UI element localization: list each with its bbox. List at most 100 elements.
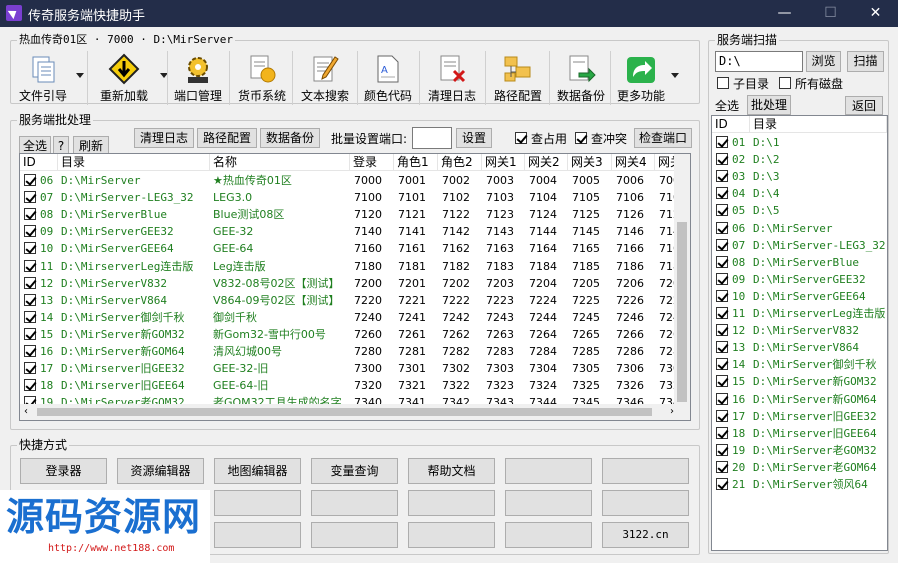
list-item[interactable]: 04 D:\4	[712, 185, 887, 202]
list-item[interactable]: 10 D:\MirServerGEE64	[712, 288, 887, 305]
shortcut-button[interactable]	[311, 522, 398, 548]
scan-row-checkbox[interactable]	[716, 443, 728, 456]
scan-row-checkbox[interactable]	[716, 289, 728, 302]
scan-row-checkbox[interactable]	[716, 153, 728, 166]
maximize-button[interactable]: ☐	[808, 0, 853, 27]
column-header[interactable]: ID	[20, 154, 58, 171]
check-conflict-checkbox[interactable]	[575, 132, 587, 144]
shortcut-button[interactable]	[505, 522, 592, 548]
scan-row-checkbox[interactable]	[716, 478, 728, 490]
list-item[interactable]: 17 D:\Mirserver旧GEE32	[712, 408, 887, 425]
table-row[interactable]: 07 D:\MirServer-LEG3_32 LEG3.0 7100 7101 7102…	[20, 189, 680, 206]
toolbar-currency-coin-button[interactable]: 货币系统	[233, 53, 291, 105]
scan-button[interactable]: 扫描	[847, 51, 884, 72]
column-header[interactable]: 登录	[350, 154, 394, 171]
table-row[interactable]: 09 D:\MirServerGEE32 GEE-32 7140 7141 7142 714…	[20, 223, 680, 240]
scan-row-checkbox[interactable]	[716, 136, 728, 148]
server-table-vscroll[interactable]	[674, 154, 690, 404]
scan-row-checkbox[interactable]	[716, 460, 728, 473]
row-checkbox[interactable]	[24, 191, 36, 204]
scan-row-checkbox[interactable]	[716, 170, 728, 183]
scan-row-checkbox[interactable]	[716, 324, 728, 337]
scan-row-checkbox[interactable]	[716, 341, 728, 354]
list-item[interactable]: 12 D:\MirServerV832	[712, 322, 887, 339]
toolbar-clear-log-button[interactable]: 清理日志	[423, 53, 481, 105]
back-button[interactable]: 返回	[845, 96, 883, 115]
table-row[interactable]: 11 D:\MirserverLeg连击版 Leg连击版 7180 7181 7182 71…	[20, 258, 680, 275]
shortcut-button[interactable]	[214, 522, 301, 548]
row-checkbox[interactable]	[24, 362, 36, 375]
column-header[interactable]: 网关1	[482, 154, 525, 171]
list-item[interactable]: 18 D:\Mirserver旧GEE64	[712, 425, 887, 442]
toolbar-data-backup-button[interactable]: 数据备份	[553, 53, 609, 105]
list-item[interactable]: 11 D:\MirserverLeg连击版	[712, 305, 887, 322]
scan-row-checkbox[interactable]	[716, 409, 728, 422]
list-item[interactable]: 21 D:\MirServer领风64	[712, 476, 887, 493]
table-row[interactable]: 13 D:\MirServerV864 V864-09号02区【测试】 7220 722…	[20, 292, 680, 309]
table-row[interactable]: 18 D:\Mirserver旧GEE64 GEE-64-旧 7320 7321 7322…	[20, 377, 680, 394]
scan-column-header[interactable]: ID	[712, 116, 750, 133]
row-checkbox[interactable]	[24, 327, 36, 340]
list-item[interactable]: 05 D:\5	[712, 202, 887, 219]
scan-table[interactable]: ID 目录 01 D:\1 02 D:\2 03 D:\3 04 D:\4 05 D:\5 06 D:\…	[711, 115, 888, 551]
table-row[interactable]: 16 D:\MirServer新GOM64 清风幻城00号 7280 7281 7282 7…	[20, 343, 680, 360]
table-row[interactable]: 14 D:\MirServer御剑千秋 御剑千秋 7240 7241 7242 7243 72…	[20, 309, 680, 326]
table-row[interactable]: 12 D:\MirServerV832 V832-08号02区【测试】 7200 720…	[20, 275, 680, 292]
scan-row-checkbox[interactable]	[716, 426, 728, 439]
list-item[interactable]: 03 D:\3	[712, 168, 887, 185]
row-checkbox[interactable]	[24, 208, 36, 221]
column-header[interactable]: 角色2	[438, 154, 482, 171]
list-item[interactable]: 16 D:\MirServer新GOM64	[712, 391, 887, 408]
scan-select-all-tab[interactable]: 全选	[715, 99, 739, 113]
shortcut-button[interactable]: 3122.cn	[602, 522, 689, 548]
toolbar-dropdown-arrow[interactable]	[670, 53, 680, 105]
toolbar-path-folders-button[interactable]: 路径配置	[489, 53, 547, 105]
column-header[interactable]: 网关4	[612, 154, 655, 171]
shortcut-button[interactable]: 资源编辑器	[117, 458, 204, 484]
column-header[interactable]: 目录	[58, 154, 210, 171]
server-table-hscroll[interactable]: ‹ ›	[20, 404, 690, 420]
shortcut-button[interactable]	[505, 458, 592, 484]
list-item[interactable]: 20 D:\MirServer老GOM64	[712, 459, 887, 476]
check-occupied-checkbox[interactable]	[515, 132, 527, 144]
column-header[interactable]: 网关3	[568, 154, 612, 171]
scan-row-checkbox[interactable]	[716, 238, 728, 251]
shortcut-button[interactable]	[505, 490, 592, 516]
table-row[interactable]: 06 D:\MirServer ★热血传奇01区 7000 7001 7002 7003 70…	[20, 172, 680, 189]
subdir-checkbox[interactable]	[717, 77, 729, 89]
scan-column-header[interactable]: 目录	[750, 116, 887, 133]
row-checkbox[interactable]	[24, 345, 36, 357]
table-row[interactable]: 17 D:\Mirserver旧GEE32 GEE-32-旧 7300 7301 7302…	[20, 360, 680, 377]
row-checkbox[interactable]	[24, 242, 36, 255]
row-checkbox[interactable]	[24, 174, 36, 186]
scan-row-checkbox[interactable]	[716, 187, 728, 200]
row-checkbox[interactable]	[24, 225, 36, 238]
column-header[interactable]: 名称	[210, 154, 350, 171]
minimize-button[interactable]: —	[762, 0, 807, 27]
server-table-hscroll-thumb[interactable]	[37, 408, 652, 416]
data-backup-button[interactable]: 数据备份	[260, 128, 320, 148]
scan-row-checkbox[interactable]	[716, 358, 728, 371]
shortcut-button[interactable]	[602, 490, 689, 516]
list-item[interactable]: 15 D:\MirServer新GOM32	[712, 373, 887, 390]
shortcut-button[interactable]	[602, 458, 689, 484]
list-item[interactable]: 14 D:\MirServer御剑千秋	[712, 356, 887, 373]
row-checkbox[interactable]	[24, 276, 36, 289]
shortcut-button[interactable]	[408, 490, 495, 516]
row-checkbox[interactable]	[24, 293, 36, 306]
shortcut-button[interactable]	[408, 522, 495, 548]
toolbar-files-button[interactable]: 文件引导	[13, 53, 73, 105]
check-port-button[interactable]: 检查端口	[634, 128, 692, 148]
shortcut-button[interactable]: 帮助文档	[408, 458, 495, 484]
server-table-vscroll-thumb[interactable]	[677, 222, 687, 402]
toolbar-dropdown-arrow[interactable]	[75, 53, 85, 105]
list-item[interactable]: 19 D:\MirServer老GOM32	[712, 442, 887, 459]
table-row[interactable]: 08 D:\MirServerBlue Blue测试08区 7120 7121 7122 7…	[20, 206, 680, 223]
column-header[interactable]: 角色1	[394, 154, 438, 171]
scroll-right-icon[interactable]: ›	[670, 405, 674, 419]
row-checkbox[interactable]	[24, 379, 36, 392]
toolbar-color-code-document-button[interactable]: A 颜色代码	[361, 53, 415, 105]
toolbar-port-gear-button[interactable]: 端口管理	[171, 53, 225, 105]
shortcut-button[interactable]	[214, 490, 301, 516]
list-item[interactable]: 07 D:\MirServer-LEG3_32	[712, 237, 887, 254]
